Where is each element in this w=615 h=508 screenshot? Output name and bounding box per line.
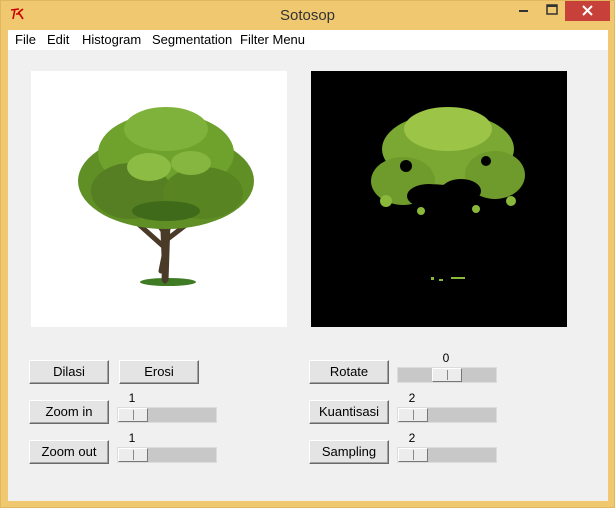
kuantisasi-trough[interactable]	[397, 407, 497, 423]
segmented-tree-image	[371, 107, 525, 281]
zoom-in-slider-handle[interactable]	[118, 408, 148, 422]
zoom-in-value: 1	[128, 391, 136, 405]
minimize-icon	[519, 10, 528, 12]
kuantisasi-slider-handle[interactable]	[398, 408, 428, 422]
client-area: File Edit Histogram Segmentation Filter …	[8, 30, 608, 501]
zoom-out-trough[interactable]	[117, 447, 217, 463]
zoom-out-button[interactable]: Zoom out	[29, 440, 109, 464]
menu-edit[interactable]: Edit	[47, 32, 69, 47]
minimize-button[interactable]	[509, 1, 537, 21]
zoom-in-trough[interactable]	[117, 407, 217, 423]
kuantisasi-value: 2	[408, 391, 416, 405]
dilasi-button[interactable]: Dilasi	[29, 360, 109, 384]
zoom-out-scale[interactable]: 1	[117, 431, 217, 465]
sampling-value: 2	[408, 431, 416, 445]
segmented-image-panel	[311, 71, 567, 327]
close-icon	[582, 5, 593, 16]
maximize-button[interactable]	[538, 1, 566, 21]
sampling-slider-handle[interactable]	[398, 448, 428, 462]
menu-histogram[interactable]: Histogram	[82, 32, 141, 47]
rotate-trough[interactable]	[397, 367, 497, 383]
maximize-icon	[546, 4, 558, 15]
close-button[interactable]	[565, 1, 610, 21]
menu-segmentation[interactable]: Segmentation	[152, 32, 232, 47]
menu-bar: File Edit Histogram Segmentation Filter …	[8, 30, 608, 50]
title-bar: Sotosop	[1, 1, 614, 30]
kuantisasi-button[interactable]: Kuantisasi	[309, 400, 389, 424]
rotate-scale[interactable]: 0	[397, 351, 497, 385]
rotate-button[interactable]: Rotate	[309, 360, 389, 384]
zoom-out-value: 1	[128, 431, 136, 445]
original-image-panel	[31, 71, 287, 327]
zoom-in-scale[interactable]: 1	[117, 391, 217, 425]
menu-filter[interactable]: Filter Menu	[240, 32, 305, 47]
sampling-scale[interactable]: 2	[397, 431, 497, 465]
sampling-button[interactable]: Sampling	[309, 440, 389, 464]
sampling-trough[interactable]	[397, 447, 497, 463]
app-window: Sotosop File Edit Histogram Segmentation…	[0, 0, 615, 508]
kuantisasi-scale[interactable]: 2	[397, 391, 497, 425]
zoom-in-button[interactable]: Zoom in	[29, 400, 109, 424]
rotate-value: 0	[442, 351, 450, 365]
zoom-out-slider-handle[interactable]	[118, 448, 148, 462]
menu-file[interactable]: File	[15, 32, 36, 47]
rotate-slider-handle[interactable]	[432, 368, 462, 382]
tree-image	[78, 107, 254, 286]
erosi-button[interactable]: Erosi	[119, 360, 199, 384]
